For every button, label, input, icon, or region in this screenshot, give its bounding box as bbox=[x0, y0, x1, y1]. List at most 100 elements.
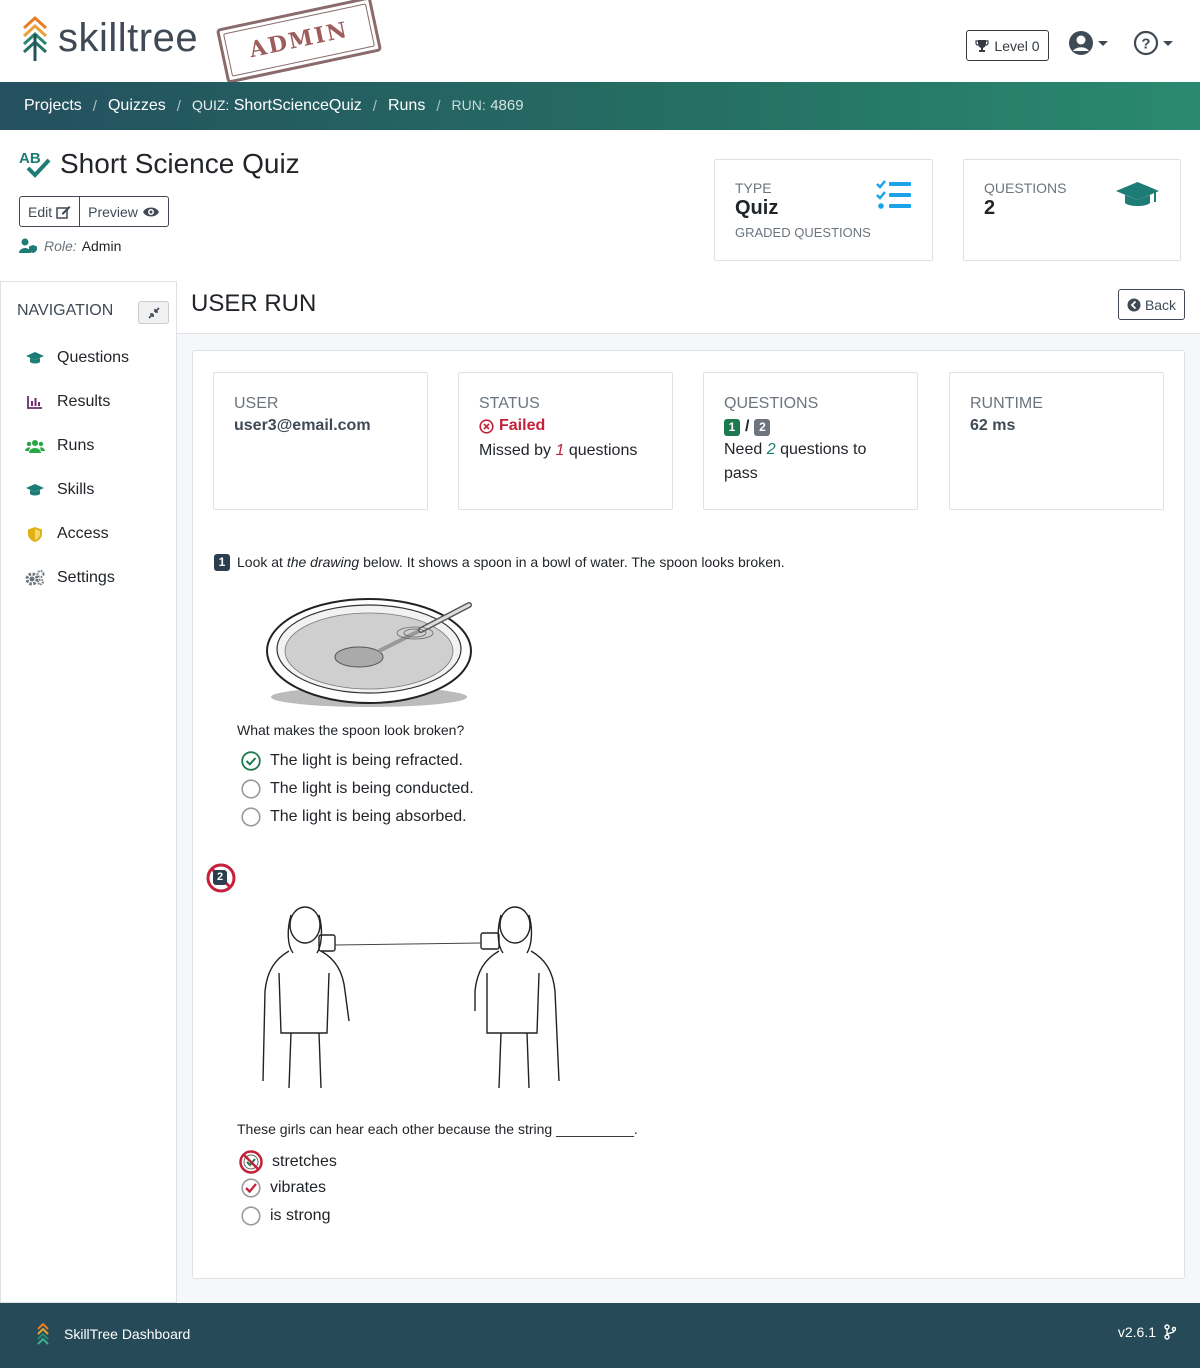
level-button[interactable]: Level 0 bbox=[966, 30, 1049, 61]
footer-brand[interactable]: SkillTree Dashboard bbox=[36, 1323, 190, 1345]
question-text-after: below. It shows a spoon in a bowl of wat… bbox=[363, 554, 785, 570]
tin-can-phone-drawing bbox=[262, 906, 560, 1089]
wrong-answer-icon bbox=[239, 1150, 263, 1174]
question-text-emphasis: the drawing bbox=[286, 554, 360, 570]
type-card-sub: GRADED QUESTIONS bbox=[735, 225, 871, 240]
breadcrumb-run-id: 4869 bbox=[490, 97, 524, 114]
tree-logo-icon bbox=[22, 15, 48, 61]
empty-circle-icon bbox=[241, 779, 261, 799]
missed-suffix: questions bbox=[568, 442, 638, 459]
user-menu[interactable] bbox=[1068, 30, 1108, 56]
breadcrumb-quiz[interactable]: QUIZ: ShortScienceQuiz bbox=[192, 97, 362, 115]
svg-text:?: ? bbox=[1141, 36, 1150, 53]
sidebar-heading: NAVIGATION bbox=[17, 302, 114, 319]
spoon-in-bowl-drawing bbox=[266, 598, 472, 707]
questions-info-box: QUESTIONS 1 / 2 Need 2 questions to pass bbox=[703, 372, 918, 510]
questions-score: 1 / 2 bbox=[724, 418, 897, 436]
role-value: Admin bbox=[81, 238, 122, 254]
sidebar-item-skills[interactable]: Skills bbox=[25, 481, 94, 499]
user-info-box: USER user3@email.com bbox=[213, 372, 428, 510]
type-card: TYPE Quiz GRADED QUESTIONS bbox=[714, 159, 933, 261]
question-number-badge: 1 bbox=[214, 554, 230, 571]
list-check-icon bbox=[876, 180, 911, 209]
breadcrumb-separator: / bbox=[176, 97, 181, 115]
runtime-info-box: RUNTIME 62 ms bbox=[949, 372, 1164, 510]
answer-option: The light is being conducted. bbox=[241, 779, 474, 799]
graduation-cap-icon bbox=[25, 351, 45, 365]
status-label: STATUS bbox=[479, 395, 540, 412]
edit-icon bbox=[56, 205, 71, 219]
arrow-circle-left-icon bbox=[1127, 298, 1141, 311]
user-shield-icon bbox=[19, 238, 37, 253]
answer-option: is strong bbox=[241, 1206, 330, 1226]
questions-card: QUESTIONS 2 bbox=[963, 159, 1181, 261]
level-label: Level 0 bbox=[994, 37, 1040, 54]
trophy-icon bbox=[975, 39, 990, 52]
collapse-sidebar-button[interactable] bbox=[138, 301, 169, 324]
page-title: AB Short Science Quiz bbox=[18, 148, 300, 180]
missed-prefix: Missed by bbox=[479, 442, 552, 459]
help-menu[interactable]: ? bbox=[1133, 30, 1173, 56]
top-bar: skilltree ADMIN Level 0 ? bbox=[0, 0, 1200, 84]
skilltree-logo[interactable]: skilltree bbox=[20, 14, 198, 62]
breadcrumb-projects[interactable]: Projects bbox=[24, 97, 82, 115]
breadcrumb-quizzes[interactable]: Quizzes bbox=[108, 97, 166, 115]
missed-correct-answer-icon bbox=[241, 1178, 261, 1198]
compress-icon bbox=[147, 306, 160, 319]
page-header: AB Short Science Quiz Edit Preview Role:… bbox=[0, 130, 1200, 281]
breadcrumb-runs[interactable]: Runs bbox=[388, 97, 425, 115]
breadcrumb-run-prefix: RUN: bbox=[451, 97, 486, 113]
admin-stamp-label: ADMIN bbox=[246, 16, 352, 64]
answer-option: vibrates bbox=[241, 1178, 326, 1198]
question-prompt: What makes the spoon look broken? bbox=[237, 722, 465, 738]
sidebar-item-access[interactable]: Access bbox=[25, 525, 109, 543]
footer-brand-label: SkillTree Dashboard bbox=[64, 1326, 191, 1342]
question-text-before: Look at bbox=[237, 554, 283, 570]
shield-icon bbox=[25, 526, 45, 543]
answer-text: is strong bbox=[270, 1207, 331, 1224]
graduation-cap-icon bbox=[25, 483, 45, 497]
sidebar-item-label: Runs bbox=[57, 437, 95, 454]
score-separator: / bbox=[745, 418, 750, 435]
back-button[interactable]: Back bbox=[1118, 289, 1185, 320]
sidebar-item-runs[interactable]: Runs bbox=[25, 437, 94, 455]
back-label: Back bbox=[1144, 296, 1177, 313]
total-count-badge: 2 bbox=[754, 418, 771, 436]
preview-button[interactable]: Preview bbox=[80, 196, 169, 227]
missed-line: Missed by 1 questions bbox=[479, 439, 652, 463]
check-circle-icon bbox=[241, 751, 261, 771]
breadcrumb-run: RUN: 4869 bbox=[452, 97, 524, 115]
user-circle-icon bbox=[1069, 31, 1093, 55]
admin-stamp: ADMIN bbox=[215, 0, 383, 84]
code-branch-icon bbox=[1164, 1324, 1176, 1340]
edit-button[interactable]: Edit bbox=[19, 196, 81, 227]
users-icon bbox=[25, 439, 45, 453]
main-header: USER RUN Back bbox=[177, 281, 1200, 334]
sidebar-item-questions[interactable]: Questions bbox=[25, 349, 129, 367]
role-label: Role: bbox=[44, 238, 77, 254]
empty-circle-icon bbox=[241, 1206, 261, 1226]
answer-text: vibrates bbox=[270, 1179, 327, 1196]
answer-text: stretches bbox=[272, 1153, 337, 1170]
empty-circle-icon bbox=[241, 807, 261, 827]
role-line: Role: Admin bbox=[19, 238, 121, 254]
question-circle-icon: ? bbox=[1133, 30, 1159, 56]
runtime-label: RUNTIME bbox=[970, 395, 1043, 412]
footer-version: v2.6.1 bbox=[1118, 1324, 1176, 1340]
answer-option: stretches bbox=[239, 1150, 337, 1174]
need-line: Need 2 questions to pass bbox=[724, 438, 897, 486]
missed-count: 1 bbox=[555, 442, 565, 459]
sidebar-item-results[interactable]: Results bbox=[25, 393, 110, 411]
chevron-down-icon bbox=[1098, 40, 1108, 46]
breadcrumb-separator: / bbox=[436, 97, 441, 115]
status-info-box: STATUS Failed Missed by 1 questions bbox=[458, 372, 673, 510]
answer-text: The light is being refracted. bbox=[270, 752, 463, 769]
questions-label: QUESTIONS bbox=[724, 395, 819, 412]
sidebar-item-settings[interactable]: Settings bbox=[25, 569, 115, 587]
status-badge: Failed bbox=[479, 417, 652, 435]
sidebar-item-label: Access bbox=[57, 525, 109, 542]
breadcrumb-quiz-prefix: QUIZ: bbox=[191, 97, 230, 113]
sidebar: NAVIGATION Questions Results Runs Skills… bbox=[0, 281, 177, 1303]
tree-logo-icon bbox=[37, 1323, 49, 1345]
spell-check-icon: AB bbox=[19, 150, 51, 178]
